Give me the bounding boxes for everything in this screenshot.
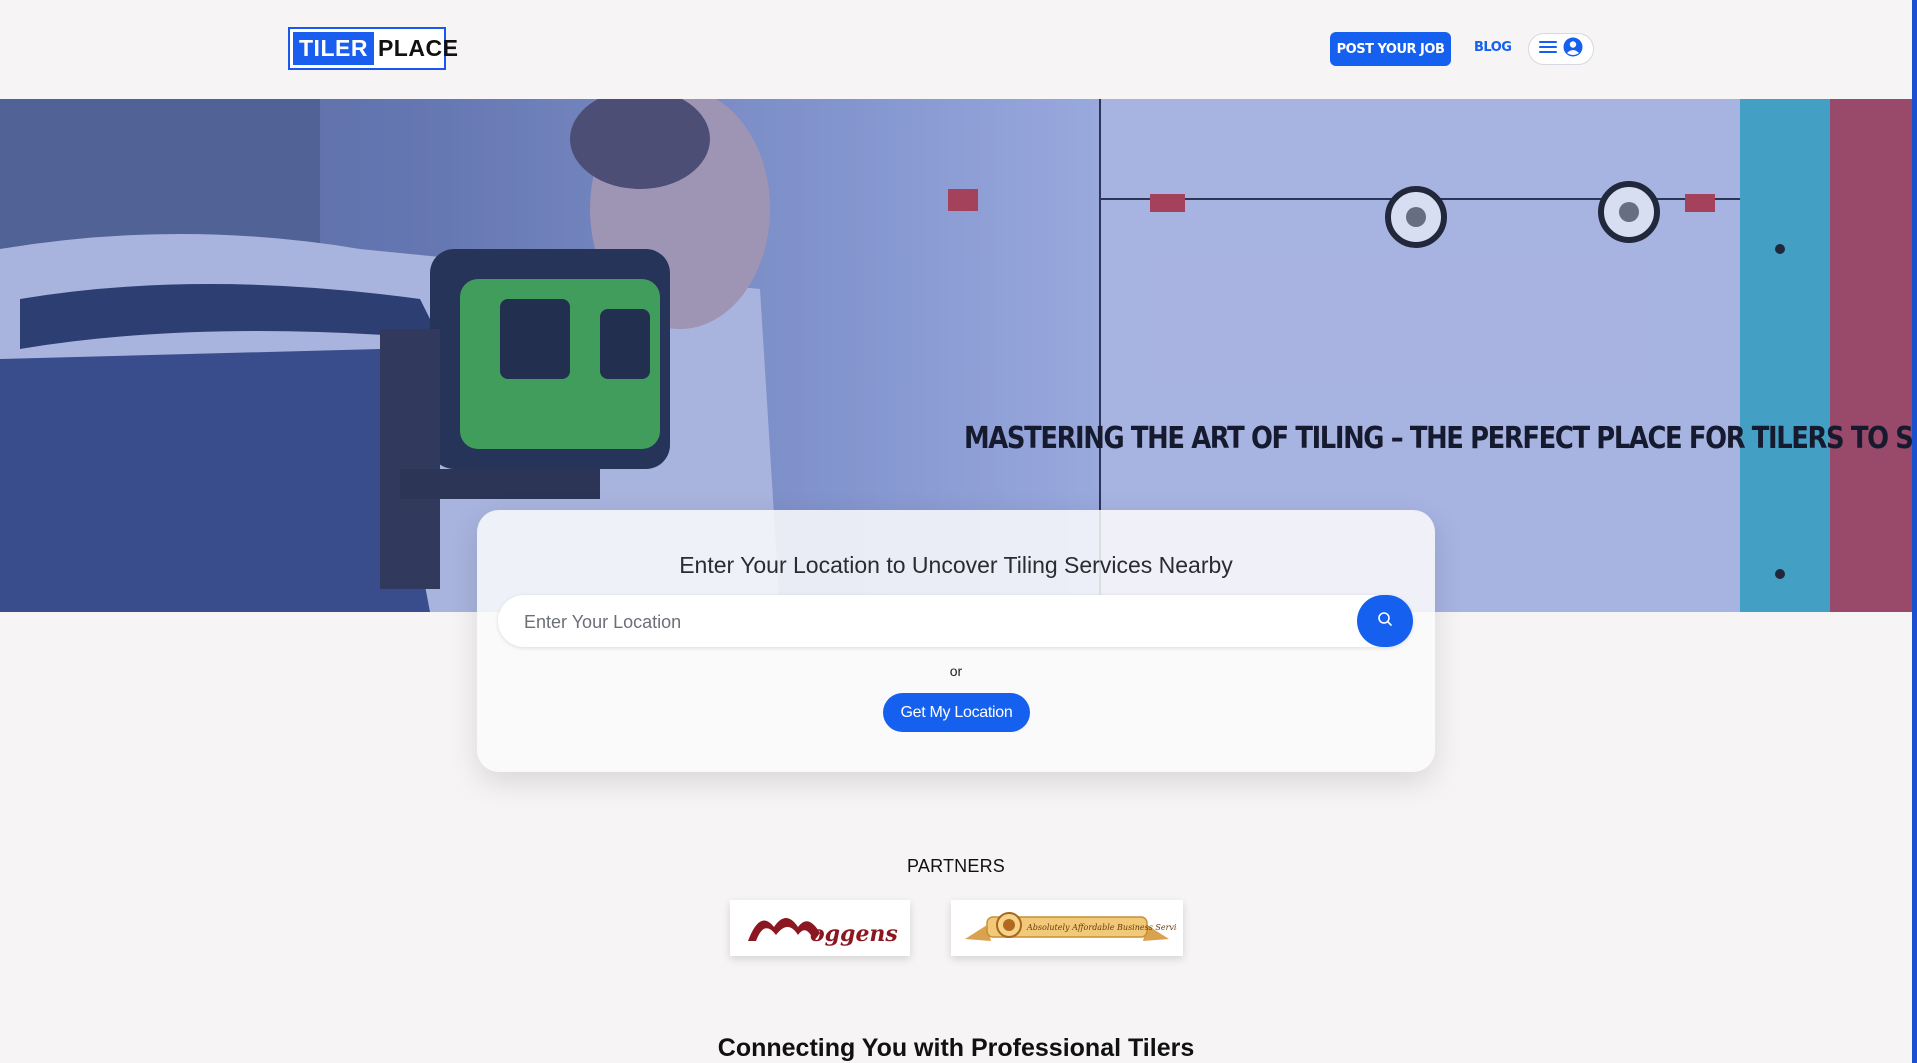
get-my-location-button[interactable]: Get My Location: [883, 693, 1030, 732]
location-search-field: [498, 595, 1413, 649]
search-button[interactable]: [1357, 595, 1413, 647]
connecting-heading: Connecting You with Professional Tilers: [717, 1034, 1195, 1062]
post-your-job-button[interactable]: POST YOUR JOB: [1330, 32, 1451, 66]
hamburger-icon: [1539, 40, 1557, 59]
tilerplace-logo[interactable]: TILER PLACE: [288, 27, 458, 70]
aabs-ribbon-logo: Absolutely Affordable Business Services: [965, 912, 1177, 941]
search-icon: [1377, 611, 1393, 632]
user-menu-button[interactable]: [1528, 33, 1594, 65]
partner-card-moggens[interactable]: oggens: [730, 900, 910, 956]
moggens-logo: oggens: [748, 918, 898, 947]
logo-text-place: PLACE: [377, 35, 459, 61]
location-input[interactable]: [522, 595, 1346, 649]
partner-name-moggens: oggens: [810, 921, 898, 947]
page-right-border: [1912, 0, 1917, 1063]
blog-link[interactable]: BLOG: [1474, 40, 1512, 55]
partners-heading: PARTNERS: [907, 856, 1005, 876]
hero-title: MASTERING THE ART OF TILING – THE PERFEC…: [964, 421, 1912, 456]
logo-text-tiler: TILER: [293, 32, 374, 65]
partner-card-aabs[interactable]: Absolutely Affordable Business Services: [951, 900, 1183, 956]
partner-name-aabs: Absolutely Affordable Business Services: [1026, 923, 1177, 932]
search-heading: Enter Your Location to Uncover Tiling Se…: [679, 552, 1233, 578]
user-circle-icon: [1563, 37, 1583, 62]
location-search-card: Enter Your Location to Uncover Tiling Se…: [477, 510, 1435, 772]
site-header: TILER PLACE POST YOUR JOB BLOG: [0, 0, 1912, 98]
or-divider-text: or: [949, 663, 963, 679]
